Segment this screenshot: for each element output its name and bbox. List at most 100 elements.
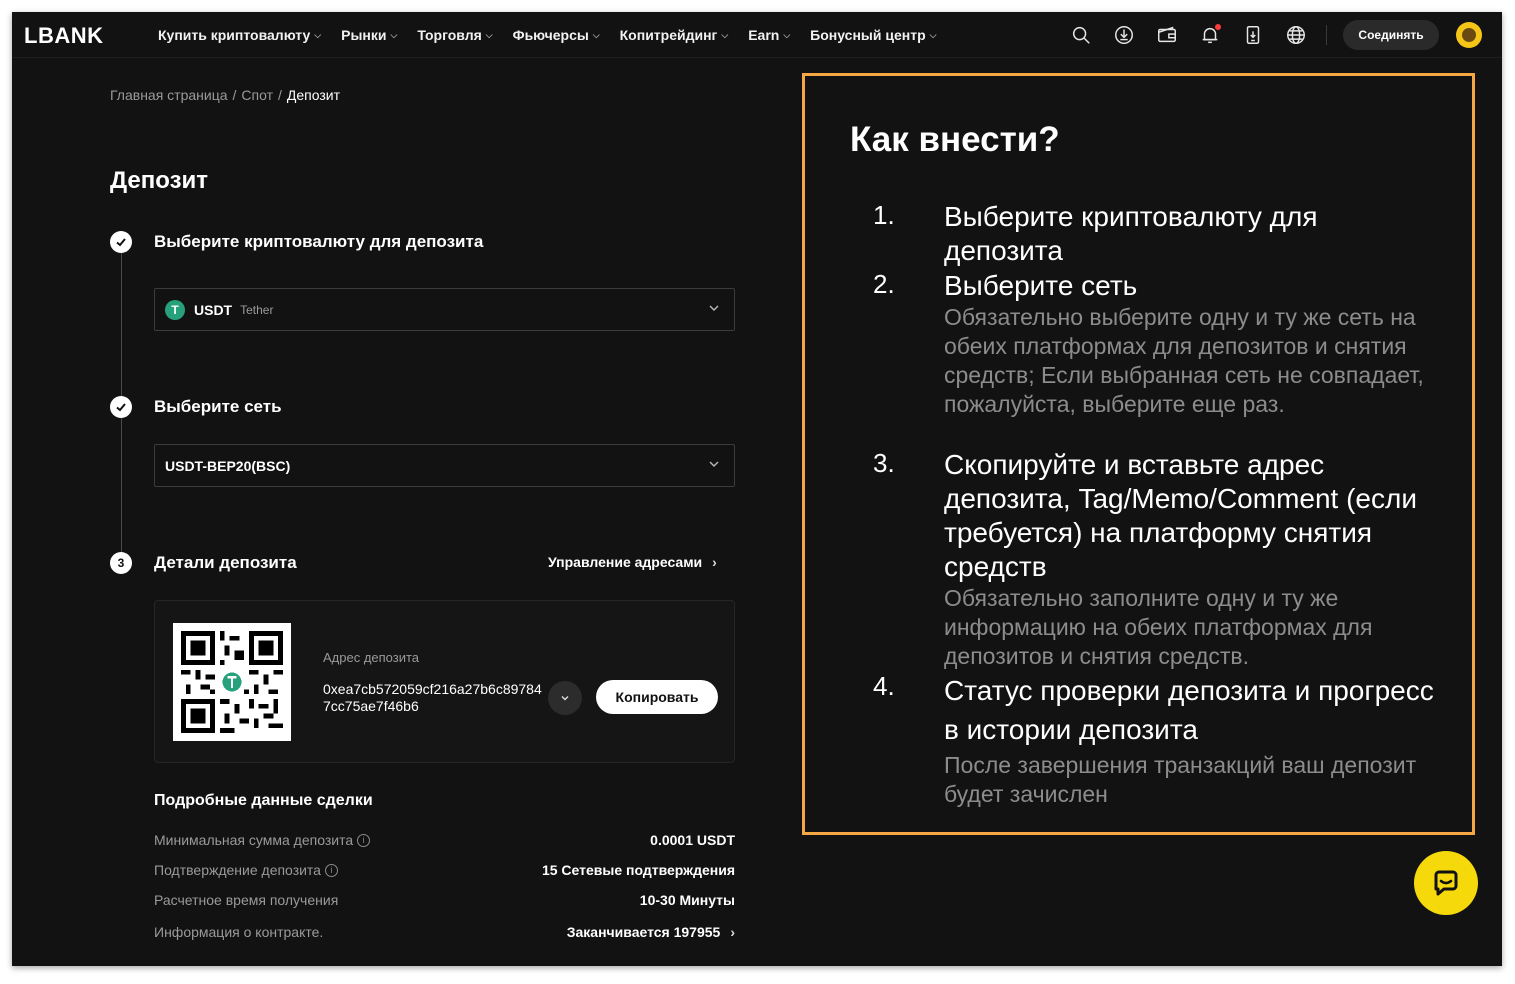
detail-row-confirmations: Подтверждение депозита i 15 Сетевые подтв… <box>154 860 735 880</box>
how-to-step-number: 3. <box>873 448 895 478</box>
tether-icon: T <box>165 299 185 320</box>
nav-futures[interactable]: Фьючерсы ⌵ <box>513 27 600 43</box>
how-to-step-heading: Скопируйте и вставьте адрес депозита, Ta… <box>944 449 1417 582</box>
manage-addresses-link[interactable]: Управление адресами › <box>548 554 717 570</box>
support-chat-button[interactable] <box>1414 851 1478 915</box>
info-icon[interactable]: i <box>324 863 338 877</box>
breadcrumb-home[interactable]: Главная страница <box>110 87 228 103</box>
nav-label: Фьючерсы <box>512 27 589 43</box>
how-to-title: Как внести? <box>850 120 1060 159</box>
download-icon[interactable] <box>1111 22 1137 48</box>
step-2-title: Выберите сеть <box>154 397 282 416</box>
nav-label: Рынки <box>341 27 387 43</box>
chat-icon <box>1434 870 1458 896</box>
contract-info-link[interactable]: Заканчивается 197955 › <box>567 924 735 940</box>
coin-select[interactable]: T USDT Tether <box>154 288 735 331</box>
detail-label: Минимальная сумма депозита i <box>154 832 371 848</box>
step-3-title: Детали депозита <box>154 553 297 572</box>
chevron-down-icon: ⌵ <box>314 29 322 40</box>
address-expand-button[interactable] <box>548 681 582 715</box>
copy-address-button[interactable]: Копировать <box>596 680 718 714</box>
breadcrumb-spot[interactable]: Спот <box>241 87 273 103</box>
wallet-icon[interactable] <box>1154 22 1180 48</box>
step-2-check-icon <box>110 396 132 418</box>
breadcrumb-separator: / <box>232 87 237 103</box>
lbank-logo[interactable]: LBANK <box>24 23 104 49</box>
avatar[interactable] <box>1456 22 1482 48</box>
how-to-step-description: Обязательно выберите одну и ту же сеть н… <box>944 304 1424 417</box>
network-value: USDT-BEP20(BSC) <box>165 457 291 474</box>
breadcrumb: Главная страница / Спот / Депозит <box>110 87 340 103</box>
coin-name: Tether <box>240 302 274 317</box>
top-navigation-bar: LBANK Купить криптовалюту ⌵ Рынки ⌵ Торгов… <box>12 12 1502 58</box>
how-to-step-heading: Статус проверки депозита и прогресс в ис… <box>944 675 1434 745</box>
transaction-details-title: Подробные данные сделки <box>154 792 373 809</box>
detail-label: Информация о контракте. <box>154 924 324 940</box>
chevron-down-icon: ⌵ <box>485 29 493 40</box>
nav-label: Копитрейдинг <box>619 27 718 43</box>
nav-copy-trading[interactable]: Копитрейдинг ⌵ <box>620 27 729 43</box>
detail-value: Заканчивается 197955 <box>566 924 721 940</box>
how-to-step-number: 4. <box>873 671 895 701</box>
how-to-deposit-panel: Как внести? 1. Выберите криптовалюту для… <box>802 73 1475 835</box>
search-icon[interactable] <box>1068 22 1094 48</box>
nav-buy-crypto[interactable]: Купить криптовалюту ⌵ <box>158 27 321 43</box>
chevron-down-icon: ⌵ <box>929 29 937 40</box>
breadcrumb-separator: / <box>278 87 282 103</box>
deposit-address-value: 0xea7cb572059cf216a27b6c897847cc75ae7f46… <box>323 681 542 714</box>
page-title: Депозит <box>110 167 209 194</box>
header-icons <box>1068 12 1343 58</box>
app-download-icon[interactable] <box>1240 22 1266 48</box>
step-1-check-icon <box>110 231 132 253</box>
globe-icon[interactable] <box>1283 22 1309 48</box>
nav-earn[interactable]: Earn ⌵ <box>748 27 790 43</box>
nav-trade[interactable]: Торговля ⌵ <box>417 27 492 43</box>
app-window: LBANK Купить криптовалюту ⌵ Рынки ⌵ Торгов… <box>12 12 1502 966</box>
detail-label-text: Подтверждение депозита <box>154 862 321 878</box>
bell-icon[interactable] <box>1197 22 1223 48</box>
how-to-step-description: После завершения транзакций ваш депозит … <box>944 752 1417 807</box>
how-to-step-heading: Выберите сеть <box>944 270 1138 301</box>
detail-label: Подтверждение депозита i <box>154 862 338 878</box>
chevron-right-icon: › <box>712 554 717 570</box>
chevron-down-icon <box>709 305 719 311</box>
chevron-down-icon: ⌵ <box>390 29 398 40</box>
nav-label: Купить криптовалюту <box>158 27 311 43</box>
deposit-qr-code <box>173 623 291 741</box>
detail-row-min-deposit: Минимальная сумма депозита i 0.0001 USDT <box>154 830 735 850</box>
detail-value: 0.0001 USDT <box>650 832 735 848</box>
how-to-step-description: Обязательно заполните одну и ту же инфор… <box>944 585 1373 669</box>
info-icon[interactable]: i <box>357 833 371 847</box>
coin-symbol: USDT <box>194 301 233 318</box>
chevron-down-icon: ⌵ <box>592 29 600 40</box>
network-select[interactable]: USDT-BEP20(BSC) <box>154 444 735 487</box>
nav-label: Торговля <box>417 27 482 43</box>
nav-bonus-center[interactable]: Бонусный центр ⌵ <box>810 27 936 43</box>
notification-dot <box>1215 24 1221 30</box>
how-to-step-number: 2. <box>873 269 895 299</box>
detail-value: 15 Сетевые подтверждения <box>541 862 735 878</box>
breadcrumb-current: Депозит <box>286 87 341 103</box>
chevron-down-icon: ⌵ <box>783 29 791 40</box>
detail-value: 10-30 Минуты <box>639 892 735 908</box>
how-to-step-number: 1. <box>873 200 895 230</box>
deposit-address-label: Адрес депозита <box>323 650 420 665</box>
chevron-right-icon: › <box>730 924 735 940</box>
deposit-address-card: Адрес депозита 0xea7cb572059cf216a27b6c8… <box>154 600 735 763</box>
detail-row-contract-info: Информация о контракте. Заканчивается 19… <box>154 922 735 942</box>
manage-addresses-label: Управление адресами <box>548 554 703 570</box>
detail-label-text: Минимальная сумма депозита <box>154 832 354 848</box>
chevron-down-icon <box>709 461 719 467</box>
avatar-image <box>1462 28 1476 42</box>
detail-label: Расчетное время получения <box>154 892 339 908</box>
connect-button[interactable]: Соединять <box>1343 20 1439 50</box>
step-1-title: Выберите криптовалюту для депозита <box>154 232 484 251</box>
detail-row-arrival-time: Расчетное время получения 10-30 Минуты <box>154 890 735 910</box>
chevron-down-icon: ⌵ <box>721 29 729 40</box>
header-divider <box>1326 25 1327 45</box>
chevron-down-icon <box>561 696 569 701</box>
how-to-step-heading: Выберите криптовалюту для депозита <box>944 201 1318 266</box>
nav-label: Earn <box>748 27 780 43</box>
main-nav: Купить криптовалюту ⌵ Рынки ⌵ Торговля ⌵ Фь… <box>158 12 956 58</box>
nav-markets[interactable]: Рынки ⌵ <box>341 27 397 43</box>
